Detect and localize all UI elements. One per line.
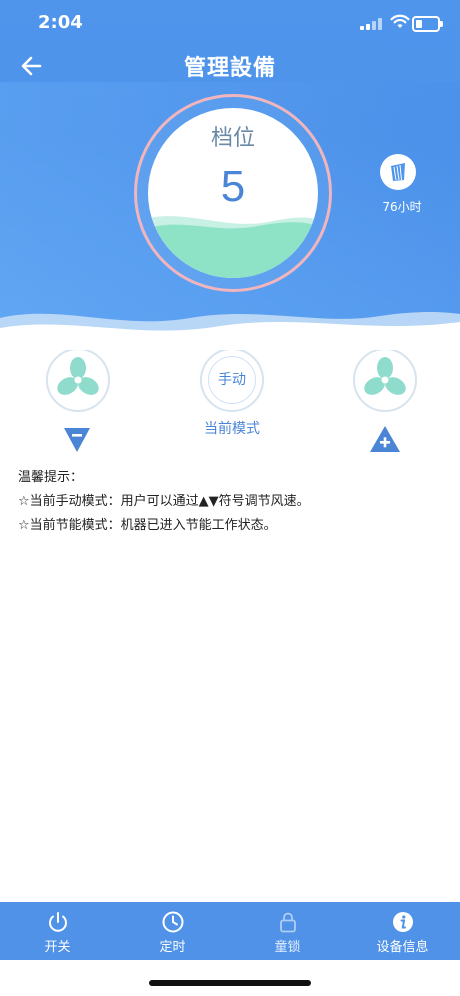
nav-bar: 管理設備 (0, 44, 460, 84)
info-icon (392, 912, 413, 932)
power-icon (48, 912, 67, 932)
tips-section: 温馨提示： ☆当前手动模式：用户可以通过▲▼符号调节风速。 ☆当前节能模式：机器… (18, 466, 438, 538)
fan-icon (364, 357, 406, 395)
tab-child-lock[interactable]: 童锁 (230, 902, 345, 960)
mode-caption: 当前模式 (204, 421, 260, 437)
mode-label: 手动 (208, 356, 256, 404)
status-bar: 2:04 (0, 0, 460, 44)
tip-line: ☆当前手动模式：用户可以通过▲▼符号调节风速。 (18, 494, 310, 509)
tab-label: 定时 (159, 940, 186, 955)
increase-speed-button[interactable] (370, 426, 400, 452)
battery-icon (412, 16, 443, 32)
tab-label: 设备信息 (376, 940, 429, 955)
tab-power[interactable]: 开关 (0, 902, 115, 960)
tips-title: 温馨提示： (18, 470, 84, 485)
water-wave-fill (148, 216, 318, 278)
bottom-tab-bar: 开关 定时 童锁 设备信息 (0, 902, 460, 960)
status-time: 2:04 (38, 12, 83, 33)
tab-label: 童锁 (274, 940, 301, 955)
wifi-icon (390, 14, 410, 28)
tab-timer[interactable]: 定时 (115, 902, 230, 960)
gauge-value: 5 (220, 162, 246, 211)
page-title: 管理設備 (183, 56, 276, 81)
filter-cartridge-icon (391, 163, 405, 181)
tab-label: 开关 (44, 940, 71, 955)
control-row: 手动 当前模式 (0, 348, 460, 458)
fan-speed-low-button[interactable] (46, 348, 110, 412)
decrease-speed-button[interactable] (64, 428, 90, 452)
clock-icon (162, 911, 183, 933)
fan-speed-high-button[interactable] (353, 348, 417, 412)
timer-badge[interactable] (380, 154, 416, 190)
fan-icon (57, 357, 99, 395)
header-wave (0, 312, 460, 350)
remaining-hours: 76小时 (382, 200, 422, 214)
tab-device-info[interactable]: 设备信息 (345, 902, 460, 960)
home-indicator (149, 980, 311, 986)
mode-button[interactable]: 手动 (200, 348, 264, 412)
gauge-label: 档位 (210, 126, 255, 151)
signal-icon (360, 18, 382, 30)
gear-level-gauge: 档位 5 (148, 108, 318, 278)
lock-icon (279, 912, 296, 933)
tip-line: ☆当前节能模式：机器已进入节能工作状态。 (18, 518, 277, 533)
